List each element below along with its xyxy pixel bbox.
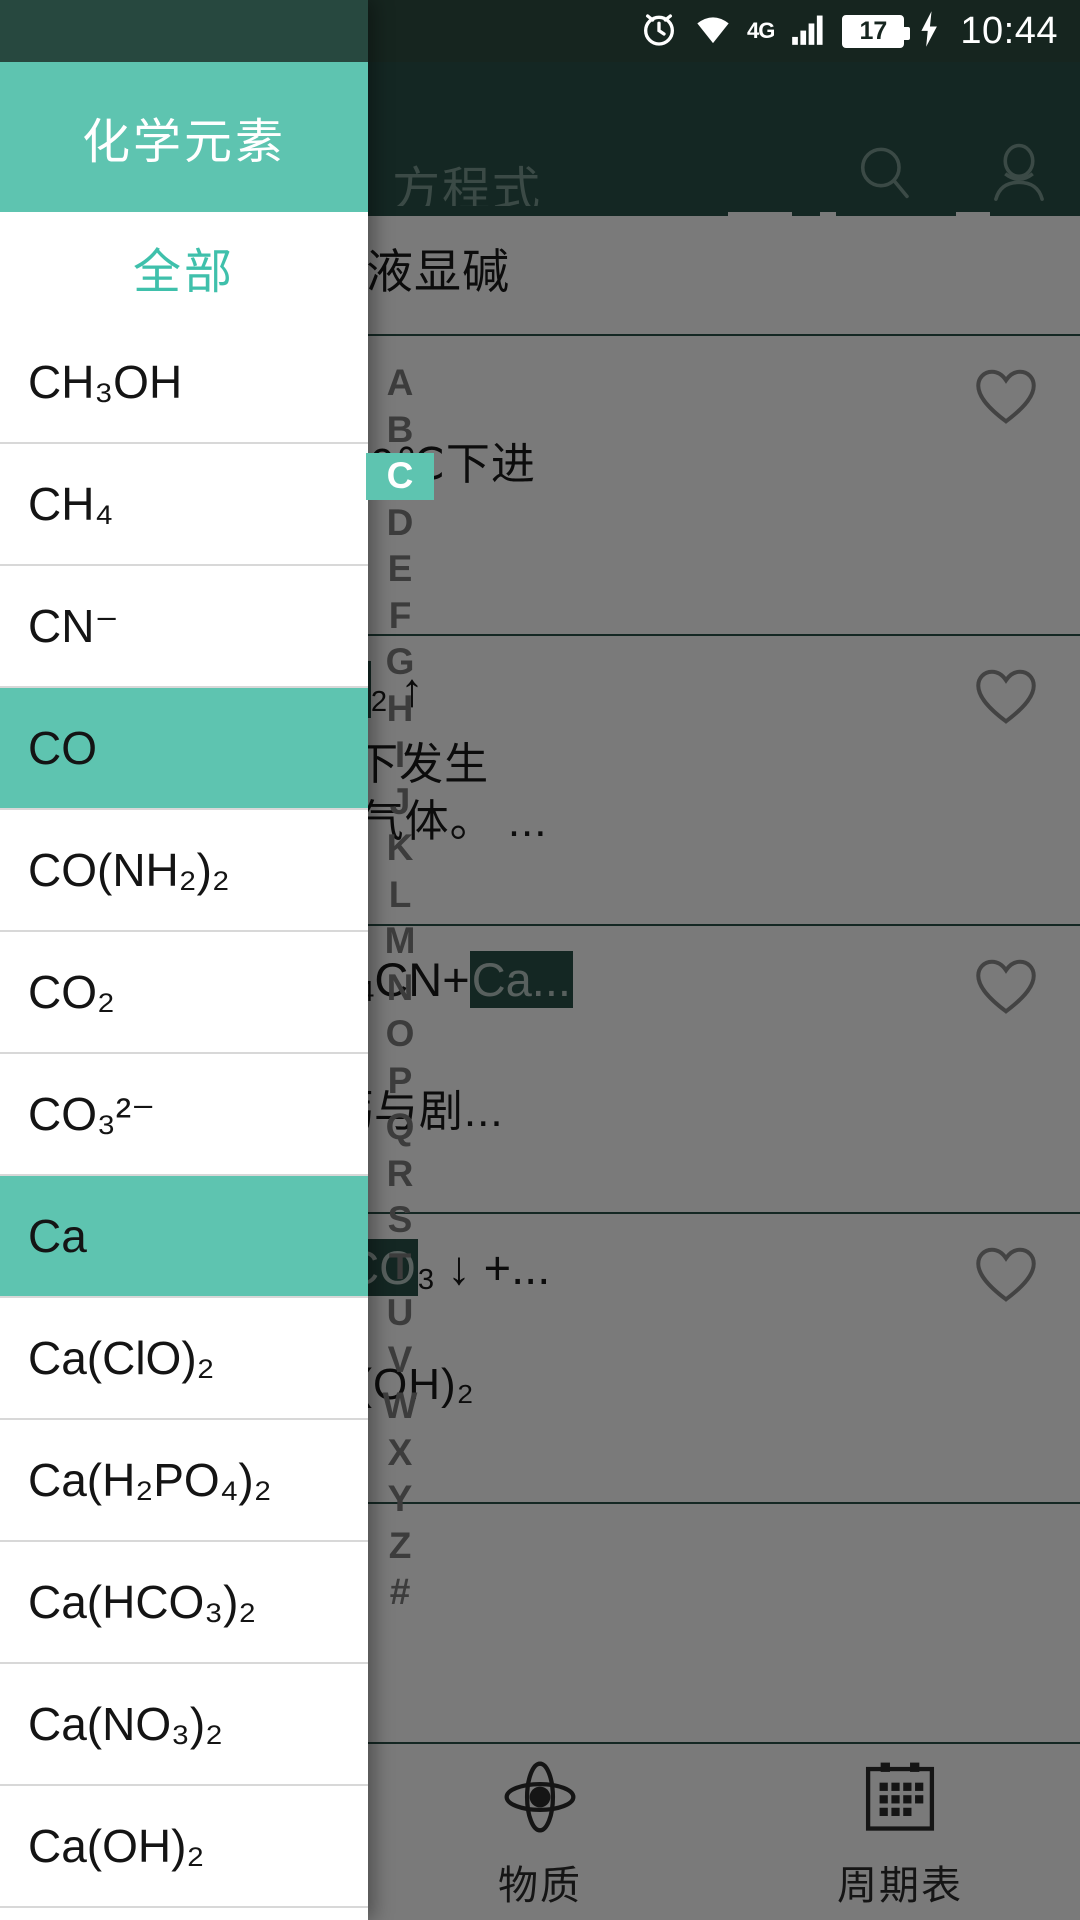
alphabet-index-letter[interactable]: K xyxy=(366,825,434,872)
element-label: CH₃OH xyxy=(28,356,183,408)
clock-label: 10:44 xyxy=(960,9,1058,52)
alphabet-index-letter[interactable]: N xyxy=(366,965,434,1012)
screen: 方程式 xyxy=(0,0,1080,1920)
element-label: CO₂ xyxy=(28,966,115,1018)
alphabet-index-letter[interactable]: A xyxy=(366,360,434,407)
alphabet-index-letter[interactable]: J xyxy=(366,779,434,826)
list-item-selected[interactable]: Ca xyxy=(0,1176,368,1298)
alphabet-index-letter[interactable]: Y xyxy=(366,1476,434,1523)
alphabet-index-letter[interactable]: S xyxy=(366,1197,434,1244)
element-label: Ca(HCO₃)₂ xyxy=(28,1576,257,1628)
alphabet-index-letter[interactable]: Z xyxy=(366,1523,434,1570)
element-label: Ca(NO₃)₂ xyxy=(28,1698,224,1750)
alphabet-index-letter[interactable]: V xyxy=(366,1337,434,1384)
alphabet-index-letter[interactable]: O xyxy=(366,1011,434,1058)
signal-icon xyxy=(787,10,829,53)
battery-level-label: 17 xyxy=(859,16,888,45)
drawer-header: 化学元素 xyxy=(0,62,368,212)
alphabet-index-letter[interactable]: # xyxy=(366,1569,434,1616)
drawer-all-filter[interactable]: 全部 xyxy=(0,212,368,322)
element-label: CH₄ xyxy=(28,478,114,530)
list-item[interactable]: Ca(HCO₃)₂ xyxy=(0,1542,368,1664)
alphabet-index-letter[interactable]: X xyxy=(366,1430,434,1477)
charging-bolt-icon xyxy=(917,10,941,53)
alphabet-index-letter[interactable]: T xyxy=(366,1244,434,1291)
list-item[interactable]: CO(NH₂)₂ xyxy=(0,810,368,932)
element-label: CN⁻ xyxy=(28,600,119,652)
drawer-all-label: 全部 xyxy=(132,246,235,299)
alphabet-index-letter[interactable]: M xyxy=(366,918,434,965)
list-item[interactable]: CO₃²⁻ xyxy=(0,1054,368,1176)
list-item[interactable]: Ca(NO₃)₂ xyxy=(0,1664,368,1786)
list-item[interactable]: CN⁻ xyxy=(0,566,368,688)
alphabet-index-letter[interactable]: H xyxy=(366,686,434,733)
list-item[interactable]: Ca(OH)₂ xyxy=(0,1786,368,1908)
navigation-drawer[interactable]: 化学元素 全部 CH₃OH CH₄ CN⁻ CO CO(NH₂)₂ CO₂ CO… xyxy=(0,0,368,1920)
element-label: Ca(ClO)₂ xyxy=(28,1332,215,1384)
alphabet-index-letter[interactable]: R xyxy=(366,1151,434,1198)
list-item[interactable]: CH₃OH xyxy=(0,322,368,444)
alphabet-index-letter[interactable]: P xyxy=(366,1058,434,1105)
list-item-selected[interactable]: CO xyxy=(0,688,368,810)
element-label: CO(NH₂)₂ xyxy=(28,844,230,896)
alphabet-index-letter[interactable]: W xyxy=(366,1383,434,1430)
alphabet-index-letter[interactable]: D xyxy=(366,500,434,547)
alphabet-index-letter[interactable]: L xyxy=(366,872,434,919)
alphabet-index-letter[interactable]: Q xyxy=(366,1104,434,1151)
element-label: CO₃²⁻ xyxy=(28,1088,156,1140)
drawer-status-spacer xyxy=(0,0,368,62)
element-label: Ca xyxy=(28,1210,87,1262)
list-item[interactable]: CH₄ xyxy=(0,444,368,566)
alphabet-index[interactable]: A B C D E F G H I J K L M N O P Q R S T … xyxy=(366,360,434,1616)
list-item[interactable]: Ca(ClO)₂ xyxy=(0,1298,368,1420)
wifi-icon xyxy=(692,9,734,54)
alphabet-index-letter[interactable]: U xyxy=(366,1290,434,1337)
status-bar-icons: 4G 17 10:44 xyxy=(639,9,1058,54)
element-list[interactable]: CH₃OH CH₄ CN⁻ CO CO(NH₂)₂ CO₂ CO₃²⁻ Ca C… xyxy=(0,322,368,1908)
list-item[interactable]: CO₂ xyxy=(0,932,368,1054)
element-label: Ca(H₂PO₄)₂ xyxy=(28,1454,272,1506)
element-label: Ca(OH)₂ xyxy=(28,1820,205,1872)
alphabet-index-letter[interactable]: I xyxy=(366,732,434,779)
alphabet-index-letter[interactable]: F xyxy=(366,593,434,640)
alphabet-index-letter[interactable]: E xyxy=(366,546,434,593)
list-item[interactable]: Ca(H₂PO₄)₂ xyxy=(0,1420,368,1542)
battery-icon: 17 xyxy=(842,14,911,48)
alphabet-index-letter[interactable]: G xyxy=(366,639,434,686)
alphabet-index-letter[interactable]: B xyxy=(366,407,434,454)
alphabet-index-letter-active[interactable]: C xyxy=(366,453,434,500)
element-label: CO xyxy=(28,722,97,774)
network-type-label: 4G xyxy=(747,18,775,43)
alarm-icon xyxy=(639,9,679,54)
drawer-title: 化学元素 xyxy=(81,116,286,169)
